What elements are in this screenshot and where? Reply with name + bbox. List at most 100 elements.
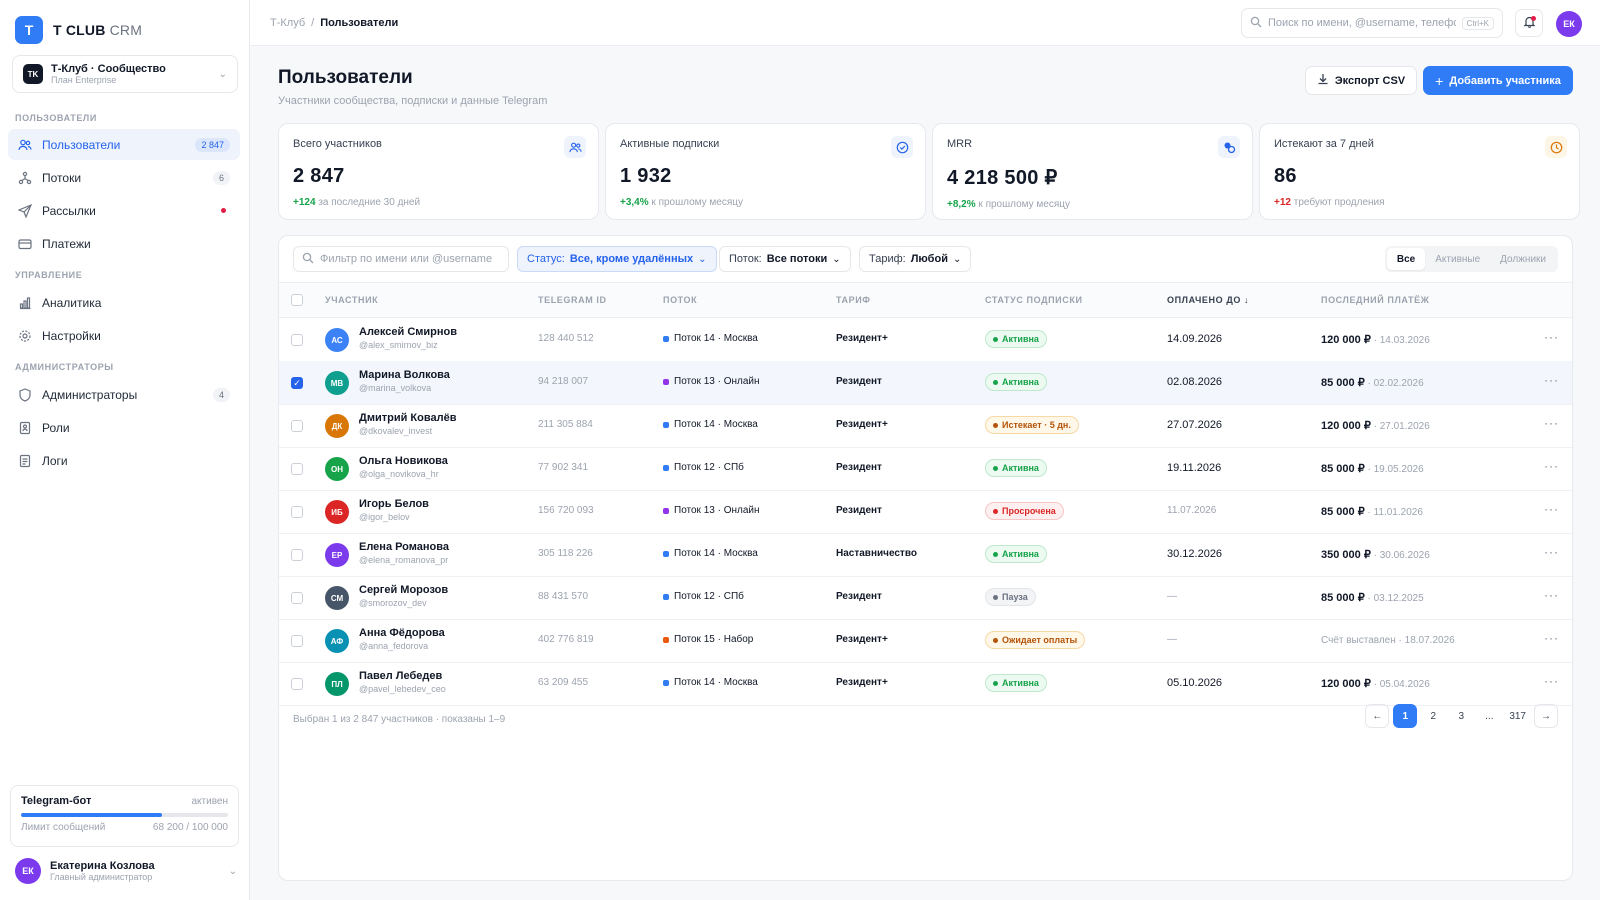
stream-filter[interactable]: Поток: Все потоки ⌄ (719, 246, 851, 272)
table-row[interactable]: АС Алексей Смирнов @alex_smirnov_biz 128 44… (279, 318, 1572, 362)
table-row[interactable]: ЕР Елена Романова @elena_romanova_pr 305 11… (279, 533, 1572, 577)
brand[interactable]: T T CLUB CRM (15, 16, 142, 44)
table-row[interactable]: СМ Сергей Морозов @smorozov_dev 88 431 570 П… (279, 576, 1572, 620)
select-all-checkbox[interactable] (291, 294, 303, 306)
row-checkbox[interactable] (291, 592, 303, 604)
sidebar-item-users[interactable]: Пользователи 2 847 (8, 129, 240, 160)
column-stream[interactable]: ПОТОК (663, 295, 697, 305)
row-checkbox[interactable] (291, 420, 303, 432)
telegram-bot-card[interactable]: Telegram-бот активен Лимит сообщений 68 … (10, 785, 239, 847)
member-name[interactable]: Игорь Белов (359, 498, 429, 510)
global-search[interactable]: Ctrl+K (1241, 8, 1503, 38)
tariff-filter[interactable]: Тариф: Любой ⌄ (859, 246, 972, 272)
table-row[interactable]: ОН Ольга Новикова @olga_novikova_hr 77 902 … (279, 447, 1572, 491)
export-csv-button[interactable]: Экспорт CSV (1305, 66, 1417, 95)
selection-summary: Выбран 1 из 2 847 участников · показаны … (293, 714, 506, 725)
row-actions-button[interactable]: ··· (1544, 416, 1559, 430)
workspace-badge: TK (23, 64, 43, 84)
member-name[interactable]: Марина Волкова (359, 369, 450, 381)
status-badge: Истекает · 5 дн. (985, 416, 1079, 434)
segment-active[interactable]: Активные (1425, 248, 1490, 270)
row-checkbox[interactable] (291, 334, 303, 346)
segment-debtors[interactable]: Должники (1490, 248, 1556, 270)
row-actions-button[interactable]: ··· (1544, 545, 1559, 559)
member-username: @igor_belov (359, 512, 410, 522)
notification-dot (1531, 16, 1536, 21)
paid-until: — (1167, 634, 1177, 645)
row-checkbox[interactable] (291, 678, 303, 690)
last-payment-amount: 85 000 ₽ (1321, 463, 1365, 475)
member-name[interactable]: Сергей Морозов (359, 584, 448, 596)
column-last-payment[interactable]: ПОСЛЕДНИЙ ПЛАТЁЖ (1321, 295, 1430, 305)
avatar[interactable]: ЕК (1556, 11, 1582, 37)
add-member-button[interactable]: + Добавить участника (1423, 66, 1573, 95)
last-payment-amount: 85 000 ₽ (1321, 377, 1365, 389)
last-payment-date: · 19.05.2026 (1364, 464, 1424, 475)
page-button[interactable]: 3 (1449, 704, 1473, 728)
page-button[interactable]: 1 (1393, 704, 1418, 728)
page-button[interactable]: 2 (1421, 704, 1445, 728)
status-filter[interactable]: Статус: Все, кроме удалённых ⌄ (517, 246, 717, 272)
filter-search[interactable] (293, 246, 509, 272)
table-row[interactable]: ✓ МВ Марина Волкова @marina_volkova 94 218 0… (279, 361, 1572, 405)
table-row[interactable]: ДК Дмитрий Ковалёв @dkovalev_invest 211 305… (279, 404, 1572, 448)
row-checkbox[interactable] (291, 549, 303, 561)
sidebar-item-mailings[interactable]: Рассылки (8, 195, 240, 226)
prev-page-button[interactable]: ← (1365, 704, 1390, 728)
next-page-button[interactable]: → (1534, 704, 1558, 728)
sidebar-item-settings[interactable]: Настройки (8, 320, 240, 351)
stream-cell: Поток 13 · Онлайн (663, 376, 760, 387)
sidebar-item-payments[interactable]: Платежи (8, 228, 240, 259)
member-name[interactable]: Елена Романова (359, 541, 449, 553)
segment-all[interactable]: Все (1386, 248, 1426, 270)
breadcrumb-current: Пользователи (320, 17, 399, 29)
member-name[interactable]: Дмитрий Ковалёв (359, 412, 456, 424)
column-tariff[interactable]: ТАРИФ (836, 295, 871, 305)
row-actions-button[interactable]: ··· (1544, 459, 1559, 473)
member-name[interactable]: Павел Лебедев (359, 670, 442, 682)
table-row[interactable]: ПЛ Павел Лебедев @pavel_lebedev_ceo 63 209 … (279, 662, 1572, 706)
last-payment-date: · 30.06.2026 (1370, 550, 1430, 561)
column-paid-until[interactable]: ОПЛАЧЕНО ДО ↓ (1167, 295, 1249, 305)
table-row[interactable]: АФ Анна Фёдорова @anna_fedorova 402 776 819… (279, 619, 1572, 663)
column-subscription-status[interactable]: СТАТУС ПОДПИСКИ (985, 295, 1083, 305)
row-actions-button[interactable]: ··· (1544, 502, 1559, 516)
status-dot (993, 680, 998, 686)
tariff: Резидент+ (836, 677, 888, 688)
row-checkbox[interactable] (291, 506, 303, 518)
notifications-button[interactable] (1515, 9, 1543, 37)
row-actions-button[interactable]: ··· (1544, 674, 1559, 688)
sidebar-item-analytics[interactable]: Аналитика (8, 287, 240, 318)
row-checkbox[interactable] (291, 635, 303, 647)
stream-color-dot (663, 636, 669, 643)
sidebar-item-streams[interactable]: Потоки 6 (8, 162, 240, 193)
filter-search-input[interactable] (320, 253, 500, 265)
member-name[interactable]: Анна Фёдорова (359, 627, 445, 639)
card-icon (18, 237, 32, 251)
sidebar-item-roles[interactable]: Роли (8, 412, 240, 443)
column-member[interactable]: УЧАСТНИК (325, 295, 378, 305)
stream-name: Поток 14 · Москва (674, 548, 758, 559)
column-telegram-id[interactable]: TELEGRAM ID (538, 295, 607, 305)
stat-delta-value: +12 (1274, 197, 1291, 208)
member-name[interactable]: Ольга Новикова (359, 455, 448, 467)
log-icon (18, 454, 32, 468)
status-badge: Активна (985, 459, 1047, 477)
page-button[interactable]: 317 (1505, 704, 1530, 728)
page-title: Пользователи (278, 67, 413, 88)
row-checkbox[interactable] (291, 463, 303, 475)
sidebar-item-label: Потоки (42, 170, 82, 185)
row-actions-button[interactable]: ··· (1544, 373, 1559, 387)
breadcrumb-root[interactable]: Т-Клуб (270, 17, 305, 29)
member-name[interactable]: Алексей Смирнов (359, 326, 457, 338)
sidebar-item-administrators[interactable]: Администраторы 4 (8, 379, 240, 410)
current-user-menu[interactable]: ЕК Екатерина Козлова Главный администрат… (15, 858, 237, 884)
row-actions-button[interactable]: ··· (1544, 588, 1559, 602)
search-input[interactable] (1268, 17, 1456, 29)
workspace-switcher[interactable]: TK Т-Клуб · Сообщество План Enterprise ⌄ (12, 55, 238, 93)
row-actions-button[interactable]: ··· (1544, 330, 1559, 344)
table-row[interactable]: ИБ Игорь Белов @igor_belov 156 720 093 Поток… (279, 490, 1572, 534)
row-checkbox[interactable]: ✓ (291, 377, 303, 389)
sidebar-item-logs[interactable]: Логи (8, 445, 240, 476)
row-actions-button[interactable]: ··· (1544, 631, 1559, 645)
